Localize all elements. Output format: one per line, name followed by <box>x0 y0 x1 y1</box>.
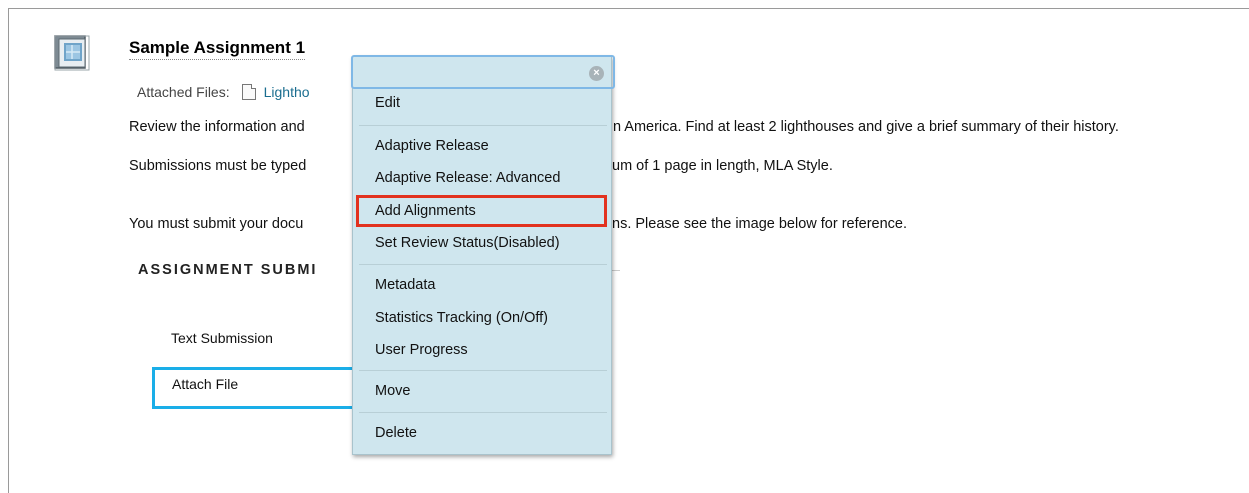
instruction-text: um of 1 page in length, MLA Style. <box>612 158 833 174</box>
menu-separator <box>359 412 607 413</box>
close-icon[interactable]: × <box>589 66 604 81</box>
file-icon <box>241 84 256 100</box>
instruction-text: ns. Please see the image below for refer… <box>612 216 907 232</box>
text-submission-option: Text Submission <box>171 330 273 346</box>
attached-files-label: Attached Files: <box>137 84 230 100</box>
attached-files: Attached Files: Lightho <box>137 84 310 100</box>
menu-item-statistics-tracking[interactable]: Statistics Tracking (On/Off) <box>375 310 548 326</box>
menu-separator <box>359 125 607 126</box>
attached-file-link[interactable]: Lightho <box>264 84 310 100</box>
instruction-text: Review the information and <box>129 119 305 135</box>
menu-item-adaptive-release-advanced[interactable]: Adaptive Release: Advanced <box>375 170 560 186</box>
menu-item-move[interactable]: Move <box>375 383 410 399</box>
menu-item-adaptive-release[interactable]: Adaptive Release <box>375 138 489 154</box>
menu-separator <box>359 264 607 265</box>
assignment-title[interactable]: Sample Assignment 1 <box>129 38 306 60</box>
menu-item-delete[interactable]: Delete <box>375 425 417 441</box>
menu-item-metadata[interactable]: Metadata <box>375 277 435 293</box>
instruction-text: n America. Find at least 2 lighthouses a… <box>613 119 1119 135</box>
menu-separator <box>359 370 607 371</box>
context-menu: × Edit Adaptive Release Adaptive Release… <box>351 55 615 455</box>
menu-item-edit[interactable]: Edit <box>375 95 400 111</box>
menu-item-user-progress[interactable]: User Progress <box>375 342 468 358</box>
divider <box>612 270 620 271</box>
menu-item-add-alignments[interactable]: Add Alignments <box>375 203 476 219</box>
menu-header <box>351 55 615 89</box>
instruction-text: You must submit your docu <box>129 216 304 232</box>
content-frame <box>8 8 1249 493</box>
submission-section-header: ASSIGNMENT SUBMI <box>138 262 318 278</box>
assignment-icon <box>52 33 92 73</box>
menu-item-set-review-status[interactable]: Set Review Status(Disabled) <box>375 235 560 251</box>
instruction-text: Submissions must be typed <box>129 158 307 174</box>
attach-file-option: Attach File <box>172 376 239 392</box>
